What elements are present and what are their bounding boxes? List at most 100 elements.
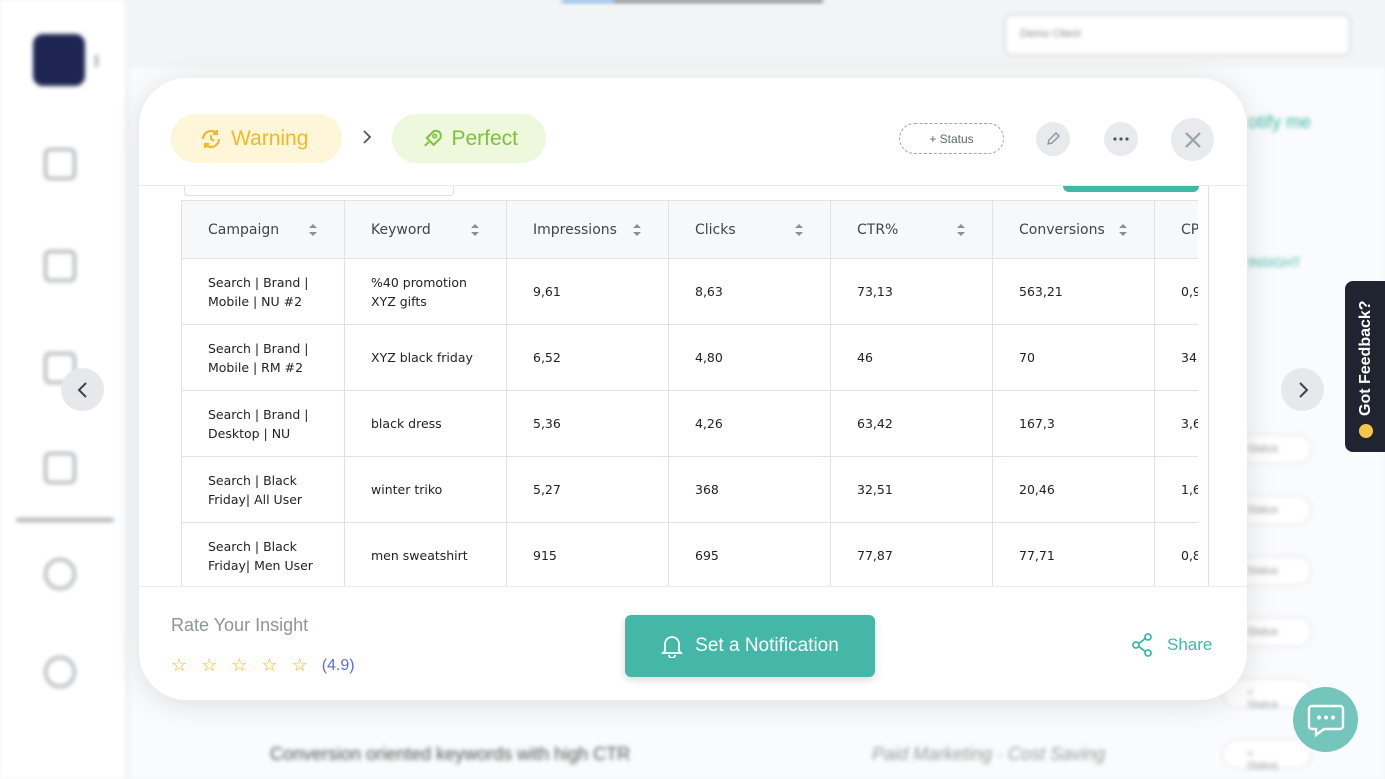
column-header[interactable]: Clicks: [668, 200, 831, 259]
sidebar-divider: [16, 518, 114, 522]
next-insight-button[interactable]: [1281, 368, 1324, 411]
top-tab-active: [562, 0, 614, 2]
add-status-button[interactable]: + Status: [899, 123, 1004, 154]
chat-icon: [1307, 704, 1344, 737]
status-pill[interactable]: + Status: [1222, 739, 1312, 772]
table-cell: 20,46: [992, 456, 1155, 523]
star-icon[interactable]: [44, 558, 76, 590]
perfect-label: Perfect: [451, 126, 518, 150]
bar-chart-icon[interactable]: [44, 452, 76, 484]
table-header-row: Campaign Keyword Impressions Clicks CTR%…: [181, 200, 1209, 259]
rate-insight-label: Rate Your Insight: [171, 615, 309, 635]
set-notification-label: Set a Notification: [695, 635, 839, 656]
table-row: Search | Black Friday| Men User men swea…: [181, 522, 1209, 586]
column-header[interactable]: Campaign: [181, 200, 345, 259]
star-icon[interactable]: ☆: [201, 655, 217, 676]
table-cell: 63,42: [830, 390, 993, 457]
table-cell: 695: [668, 522, 831, 586]
insight-modal: Warning Perfect + Status Campaign Keywor…: [139, 78, 1247, 700]
insight-table-container[interactable]: Campaign Keyword Impressions Clicks CTR%…: [171, 186, 1209, 586]
table-cell: men sweatshirt: [344, 522, 507, 586]
table-cell: 9,61: [506, 258, 669, 325]
set-notification-button[interactable]: Set a Notification: [625, 615, 875, 677]
column-header[interactable]: CTR%: [830, 200, 993, 259]
table-cell: 4,80: [668, 324, 831, 391]
table-action-button[interactable]: [1063, 186, 1199, 192]
table-cell: 73,13: [830, 258, 993, 325]
share-icon: [1132, 633, 1152, 657]
share-label: Share: [1167, 635, 1213, 654]
home-icon[interactable]: [44, 148, 76, 180]
table-cell: 563,21: [992, 258, 1155, 325]
more-options-button[interactable]: [1104, 122, 1138, 156]
table-row: Search | Brand | Desktop | NU black dres…: [181, 390, 1209, 457]
table-cell: 368: [668, 456, 831, 523]
share-button[interactable]: Share: [1131, 633, 1212, 657]
table-cell: 915: [506, 522, 669, 586]
edit-button[interactable]: [1036, 122, 1070, 156]
insight-row-title[interactable]: Conversion oriented keywords with high C…: [270, 744, 630, 765]
rating-value: (4.9): [321, 656, 355, 674]
pencil-icon: [1047, 132, 1060, 145]
table-cell: Search | Brand | Mobile | RM #2: [181, 324, 345, 391]
perfect-status-chip: Perfect: [392, 114, 546, 163]
table-cell: winter triko: [344, 456, 507, 523]
sort-icon[interactable]: [470, 223, 480, 237]
notify-me-link[interactable]: otify me: [1248, 112, 1311, 133]
table-cell: Search | Brand | Mobile | NU #2: [181, 258, 345, 325]
rocket-icon: [424, 129, 442, 147]
refresh-icon: [201, 129, 221, 148]
ellipsis-icon: [1113, 137, 1129, 141]
table-cell: 77,87: [830, 522, 993, 586]
table-cell: %40 promotion XYZ gifts: [344, 258, 507, 325]
table-cell: Search | Black Friday| All User: [181, 456, 345, 523]
table-cell: 167,3: [992, 390, 1155, 457]
chat-button[interactable]: [1293, 687, 1358, 752]
sort-icon[interactable]: [794, 223, 804, 237]
table-cell: 5,36: [506, 390, 669, 457]
sort-icon[interactable]: [308, 223, 318, 237]
table-cell: XYZ black friday: [344, 324, 507, 391]
table-cell: black dress: [344, 390, 507, 457]
insight-table: Campaign Keyword Impressions Clicks CTR%…: [181, 200, 1209, 586]
table-cell: 32,51: [830, 456, 993, 523]
lightbulb-icon: [1359, 424, 1373, 438]
column-header[interactable]: Impressions: [506, 200, 669, 259]
bell-icon: [661, 636, 684, 658]
document-icon[interactable]: [44, 250, 76, 282]
chevron-right-icon: [1298, 381, 1308, 398]
close-icon: [1184, 131, 1201, 148]
table-row: Search | Brand | Mobile | RM #2 XYZ blac…: [181, 324, 1209, 391]
table-cell: Search | Brand | Desktop | NU: [181, 390, 345, 457]
table-search-input[interactable]: [184, 186, 454, 196]
sidebar-handle: [95, 55, 98, 67]
warning-status-chip: Warning: [171, 114, 342, 163]
column-header[interactable]: Keyword: [344, 200, 507, 259]
insight-row-category: Paid Marketing · Cost Saving: [872, 744, 1106, 764]
app-logo[interactable]: [33, 34, 85, 86]
star-icon[interactable]: ☆: [171, 655, 187, 676]
client-selector[interactable]: Demo Client: [1004, 14, 1351, 56]
table-cell: Search | Black Friday| Men User: [181, 522, 345, 586]
sort-icon[interactable]: [956, 223, 966, 237]
sort-icon[interactable]: [632, 223, 642, 237]
sort-icon[interactable]: [1118, 223, 1128, 237]
warning-label: Warning: [231, 126, 309, 150]
previous-insight-button[interactable]: [61, 368, 104, 411]
table-cell: 4,26: [668, 390, 831, 457]
feedback-label[interactable]: Got Feedback?: [1357, 300, 1375, 416]
insight-label: INSIGHT: [1248, 255, 1301, 270]
close-button[interactable]: [1171, 118, 1214, 161]
table-right-border: [1208, 186, 1209, 586]
star-icon[interactable]: ☆: [231, 655, 247, 676]
rating-stars[interactable]: ☆ ☆ ☆ ☆ ☆ (4.9): [171, 655, 355, 676]
table-row: Search | Black Friday| All User winter t…: [181, 456, 1209, 523]
star-icon[interactable]: ☆: [292, 655, 308, 676]
star-icon[interactable]: ☆: [261, 655, 277, 676]
table-cell: 5,27: [506, 456, 669, 523]
modal-header: Warning Perfect + Status: [139, 78, 1247, 186]
table-row: Search | Brand | Mobile | NU #2 %40 prom…: [181, 258, 1209, 325]
column-header[interactable]: Conversions: [992, 200, 1155, 259]
table-cell: 6,52: [506, 324, 669, 391]
bell-icon[interactable]: [44, 656, 76, 688]
